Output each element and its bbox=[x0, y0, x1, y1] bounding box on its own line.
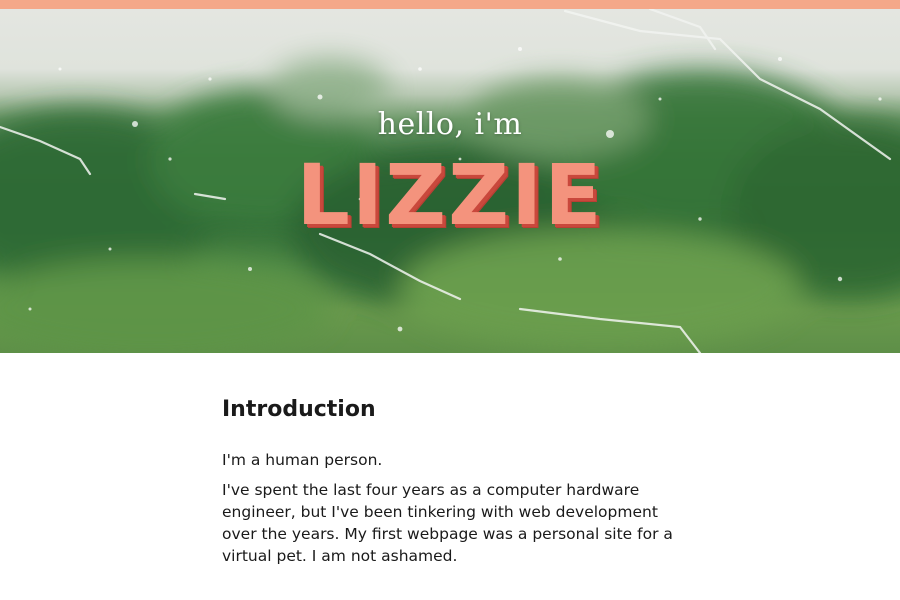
hero-text: hello, i'm LIZZIE bbox=[0, 9, 900, 353]
hero-greeting: hello, i'm bbox=[377, 107, 523, 142]
intro-paragraph: I'm a human person. bbox=[222, 451, 383, 469]
intro-heading: Introduction bbox=[222, 397, 376, 422]
hero-name: LIZZIE bbox=[296, 146, 604, 244]
intro-paragraph: I've spent the last four years as a comp… bbox=[222, 481, 673, 565]
hero-banner: hello, i'm LIZZIE bbox=[0, 9, 900, 353]
top-accent-bar bbox=[0, 0, 900, 9]
intro-section: Introduction I'm a human person. I've sp… bbox=[222, 393, 692, 575]
